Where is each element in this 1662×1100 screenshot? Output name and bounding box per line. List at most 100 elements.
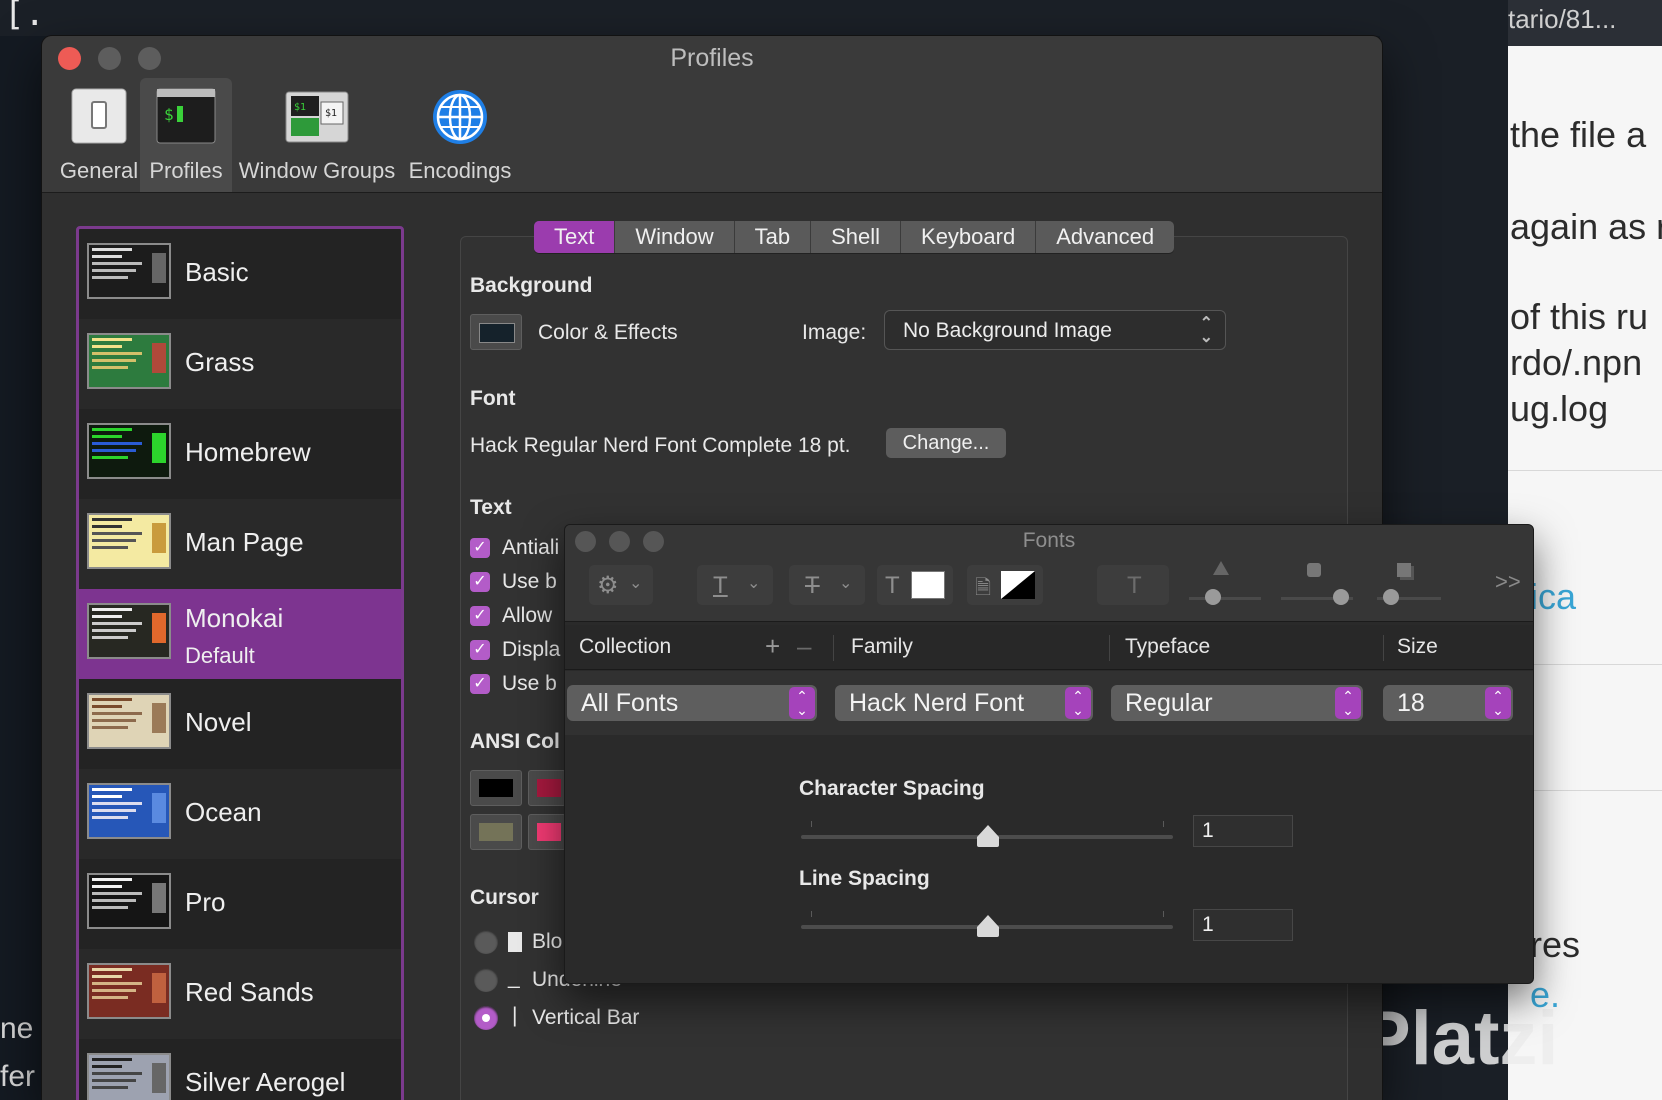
window-titlebar: Profiles General $ Profiles $1 $1 Window … [42,36,1382,193]
page-text-line: ug.log [1510,388,1609,429]
add-collection-icon[interactable]: + [765,631,780,662]
profile-item-grass[interactable]: Grass [79,319,401,409]
tab-tab[interactable]: Tab [735,221,812,253]
page-text-line: again as r [1510,206,1662,247]
size-select[interactable]: 18 ⌃ ⌄ [1383,685,1513,721]
radio-label: Blo [532,930,563,953]
profile-item-red-sands[interactable]: Red Sands [79,949,401,1039]
profile-item-ocean[interactable]: Ocean [79,769,401,859]
checkbox-bold-fonts[interactable]: ✓ [470,572,490,592]
radio-vertical-bar-cursor[interactable] [474,1006,498,1030]
text-color-swatch [911,571,945,599]
tab-text[interactable]: Text [534,221,616,253]
chevron-down-icon: ⌄ [839,575,853,592]
document-color-swatch [1001,571,1035,599]
profile-name: Monokai [185,603,284,633]
background-menubar [0,0,1508,36]
profile-name: Basic [185,257,249,287]
text-color-icon: T [885,572,900,599]
toolbar-label: Encodings [408,158,512,183]
tab-keyboard[interactable]: Keyboard [901,221,1037,253]
toolbar-general[interactable]: General [52,78,146,192]
ansi-color-bright-black[interactable] [470,814,522,850]
profile-item-basic[interactable]: Basic [79,229,401,319]
slider-knob[interactable] [1383,589,1399,605]
profile-item-silver-aerogel[interactable]: Silver Aerogel [79,1039,401,1100]
background-heading: Background [470,274,593,297]
slider-thumb[interactable] [977,915,999,927]
change-font-button[interactable]: Change... [886,428,1006,458]
document-color-button[interactable]: 🗎 [967,565,1043,605]
strikethrough-button[interactable]: T ⌄ [789,565,865,605]
typeface-select[interactable]: Regular ⌃ ⌄ [1111,685,1363,721]
slider-knob[interactable] [1333,589,1349,605]
profile-item-homebrew[interactable]: Homebrew [79,409,401,499]
ansi-color-bright-red[interactable] [528,814,566,850]
profiles-icon: $ [156,88,216,150]
family-select[interactable]: Hack Nerd Font ⌃ ⌄ [835,685,1093,721]
chevron-down-icon: ⌄ [747,575,761,592]
fonts-column-header: Collection + – Family Typeface Size [565,625,1533,670]
background-image-select[interactable]: No Background Image ⌃ ⌄ [884,310,1226,350]
background-image-value: No Background Image [903,319,1112,342]
updown-chevron-icon: ⌃ ⌄ [1199,315,1213,346]
profile-thumbnail [87,1053,171,1100]
character-spacing-field[interactable]: 1 [1193,815,1293,847]
profile-item-pro[interactable]: Pro [79,859,401,949]
radio-block-cursor[interactable] [474,930,498,954]
background-url[interactable]: tario/81... [1508,4,1616,35]
profile-name: Grass [185,347,255,377]
underline-button[interactable]: T ⌄ [697,565,773,605]
underline-cursor-icon: _ [508,966,520,989]
toolbar-label: Profiles [149,158,223,183]
checkbox-bright-colors[interactable]: ✓ [470,674,490,694]
chevron-down-icon: ⌄ [629,575,643,592]
svg-text:$1: $1 [325,108,337,119]
checkbox-blinking-text[interactable]: ✓ [470,606,490,626]
more-chevron-icon[interactable]: >> [1495,569,1521,595]
toolbar-window-groups[interactable]: $1 $1 Window Groups [236,78,398,192]
gear-icon: ⚙ [597,572,619,599]
line-spacing-label: Line Spacing [799,867,930,890]
toolbar-encodings[interactable]: Encodings [404,78,516,192]
fonts-panel: Fonts ⚙ ⌄ T ⌄ T ⌄ T 🗎 T >> Collection + … [564,524,1534,984]
toolbar-profiles[interactable]: $ Profiles [140,78,232,192]
shadow-icon: T [1127,572,1142,599]
radio-underline-cursor[interactable] [474,968,498,992]
profile-item-man-page[interactable]: Man Page [79,499,401,589]
text-shadow-button[interactable]: T [1097,565,1169,605]
slider-tick [811,821,812,827]
page-link[interactable]: ica [1530,576,1576,618]
checkbox-antialias[interactable]: ✓ [470,538,490,558]
shadow-opacity-slider[interactable] [1189,597,1261,600]
action-gear-button[interactable]: ⚙ ⌄ [589,565,653,605]
fonts-panel-title: Fonts [1022,529,1076,552]
collection-value: All Fonts [581,689,679,717]
profile-item-novel[interactable]: Novel [79,679,401,769]
remove-collection-icon[interactable]: – [797,631,811,662]
line-spacing-field[interactable]: 1 [1193,909,1293,941]
collection-select[interactable]: All Fonts ⌃ ⌄ [567,685,817,721]
slider-tick [1163,911,1164,917]
tab-window[interactable]: Window [615,221,735,253]
slider-tick [811,911,812,917]
profile-thumbnail [87,783,171,839]
tab-advanced[interactable]: Advanced [1036,221,1174,253]
tab-shell[interactable]: Shell [811,221,902,253]
slider-thumb[interactable] [977,825,999,837]
background-color-well[interactable] [470,314,522,350]
profile-default-label: Default [185,643,255,668]
checkbox-display-ansi[interactable]: ✓ [470,640,490,660]
text-color-button[interactable]: T [877,565,953,605]
ansi-color-black[interactable] [470,770,522,806]
svg-text:$: $ [164,105,174,124]
slider-knob[interactable] [1205,589,1221,605]
column-divider [1109,635,1110,661]
typeface-value: Regular [1125,689,1213,717]
profile-item-monokai[interactable]: Monokai Default [79,589,401,679]
column-divider [1383,635,1384,661]
ansi-color-red[interactable] [528,770,566,806]
updown-chevron-icon: ⌃ ⌄ [1335,687,1361,719]
shadow-offset-icon [1397,563,1411,577]
profile-list[interactable]: Basic Grass Homebrew Man Page Monokai De… [76,226,404,1100]
